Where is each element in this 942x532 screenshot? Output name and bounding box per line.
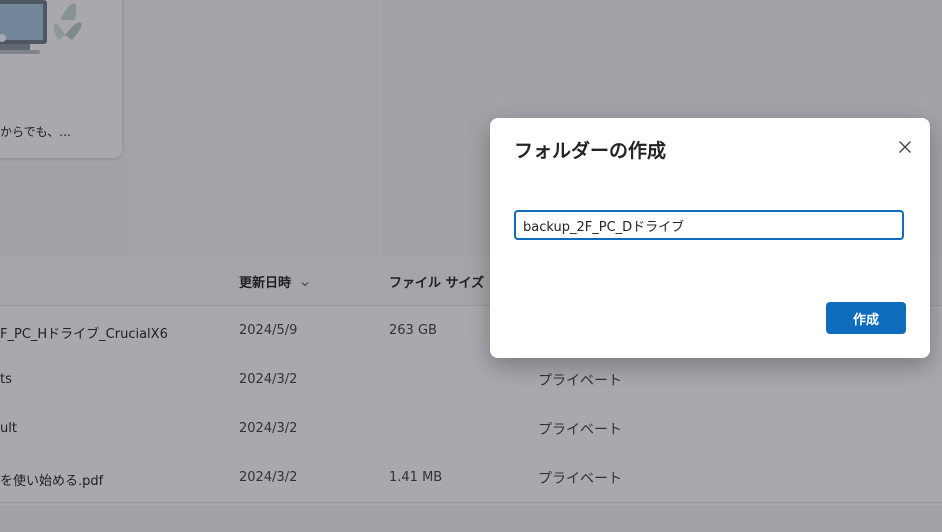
- create-button[interactable]: 作成: [826, 302, 906, 334]
- dialog-title: フォルダーの作成: [514, 140, 667, 162]
- create-folder-dialog: フォルダーの作成 作成: [490, 118, 930, 358]
- folder-name-input[interactable]: [514, 210, 904, 240]
- close-icon: [899, 141, 911, 153]
- close-button[interactable]: [894, 136, 916, 158]
